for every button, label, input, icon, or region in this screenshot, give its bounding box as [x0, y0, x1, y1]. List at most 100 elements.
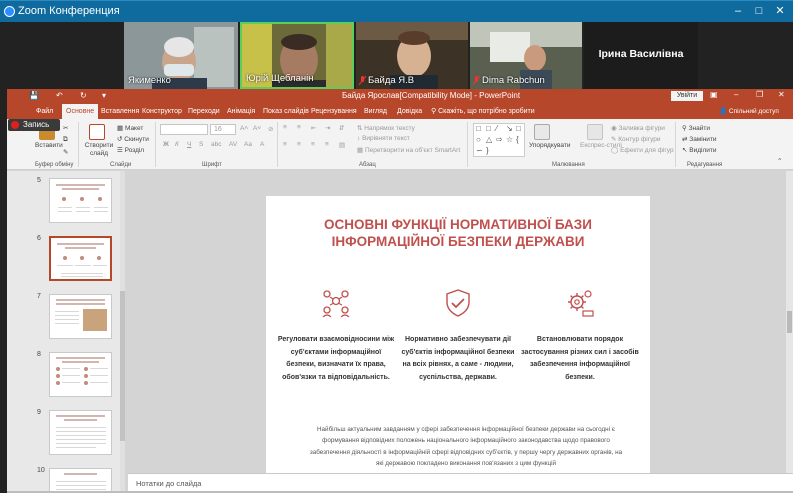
- tab-animations[interactable]: Анімація: [223, 104, 259, 119]
- group-drawing-label: Малювання: [552, 162, 585, 168]
- text-direction-label: Напрямок тексту: [364, 125, 415, 132]
- tab-home[interactable]: Основне: [62, 104, 99, 119]
- copy-icon[interactable]: ⧉: [63, 136, 68, 144]
- increase-font-icon[interactable]: A˄: [240, 125, 248, 132]
- record-dot-icon: [11, 121, 19, 129]
- shape-fill-button[interactable]: ◉ Заливка фігури: [611, 124, 665, 132]
- slide-thumbnail[interactable]: [49, 178, 112, 223]
- shape-effects-button[interactable]: ◯ Ефекти для фігур: [611, 146, 674, 154]
- redo-icon[interactable]: ↻: [80, 91, 87, 100]
- save-icon[interactable]: 💾: [29, 91, 39, 100]
- video-tile[interactable]: Dima Rabchun: [470, 22, 582, 89]
- new-slide-icon[interactable]: [89, 124, 105, 140]
- arrange-icon[interactable]: [534, 124, 550, 140]
- change-case-icon[interactable]: Aa: [244, 141, 252, 148]
- function-text: Встановлювати порядок застосування різни…: [521, 336, 639, 381]
- decrease-font-icon[interactable]: A˅: [253, 125, 261, 132]
- rectangle-icon: □: [476, 124, 481, 133]
- align-right-icon[interactable]: ≡: [311, 141, 315, 148]
- video-tile-active-speaker[interactable]: Юрій Щебланін: [240, 22, 354, 89]
- slide-thumbnail[interactable]: [49, 352, 112, 397]
- tab-insert[interactable]: Вставлення: [97, 104, 143, 119]
- function-column: Нормативно забезпечувати дії суб'єктів і…: [398, 288, 518, 384]
- thumbnails-scrollbar[interactable]: [120, 171, 125, 493]
- tab-help[interactable]: Довідка: [393, 104, 426, 119]
- arrange-button[interactable]: Упорядкувати: [529, 142, 570, 149]
- cut-icon[interactable]: ✂: [63, 124, 68, 132]
- layout-button[interactable]: ▦ Макет: [117, 124, 143, 132]
- zoom-meeting-area: Якименко Юрій Щебланін Байда Я.В Dima Ra…: [0, 22, 793, 493]
- clear-formatting-icon[interactable]: ⊘: [268, 125, 273, 133]
- tab-view[interactable]: Вигляд: [360, 104, 391, 119]
- underline-icon[interactable]: Ч: [187, 141, 191, 148]
- char-spacing-icon[interactable]: AV: [229, 141, 237, 148]
- shape-outline-button[interactable]: ✎ Контур фігури: [611, 135, 661, 143]
- replace-button[interactable]: ⇄ Замінити: [682, 135, 717, 143]
- smartart-button[interactable]: ▦ Перетворити на об'єкт SmartArt: [357, 146, 460, 154]
- paste-button[interactable]: Вставити: [35, 142, 63, 149]
- undo-icon[interactable]: ↶: [56, 91, 63, 100]
- function-column: Регуловати взаємовідносини між суб'єктам…: [276, 288, 396, 384]
- video-tile-name-only[interactable]: Ірина Василівна: [584, 22, 698, 89]
- numbering-icon[interactable]: ≡: [297, 124, 301, 131]
- maximize-icon[interactable]: □: [751, 3, 767, 19]
- recording-indicator[interactable]: Запись: [8, 119, 60, 131]
- slide-thumbnail[interactable]: [49, 294, 112, 339]
- decrease-indent-icon[interactable]: ⇤: [311, 124, 316, 132]
- font-name-dropdown[interactable]: [160, 124, 208, 135]
- thumb-number: 6: [37, 235, 41, 242]
- tab-transitions[interactable]: Переходи: [184, 104, 224, 119]
- slide-thumbnail[interactable]: [49, 410, 112, 455]
- group-separator: [78, 122, 79, 167]
- restore-icon[interactable]: ❐: [756, 90, 763, 99]
- align-text-button[interactable]: ↕ Вирівняти текст: [357, 135, 410, 142]
- tell-me-search[interactable]: ⚲ Скажіть, що потрібно зробити: [431, 104, 535, 119]
- find-button[interactable]: ⚲ Знайти: [682, 124, 710, 132]
- replace-label: Замінити: [689, 136, 717, 143]
- text-direction-button[interactable]: ⇅ Напрямок тексту: [357, 124, 415, 132]
- select-button[interactable]: ↖ Виділити: [682, 146, 717, 154]
- sign-in-button[interactable]: Увійти: [671, 91, 703, 101]
- justify-icon[interactable]: ≡: [325, 141, 329, 148]
- shapes-gallery[interactable]: □ □ ⁄ ↘ □ ○ △ ⇨ ☆ { ∽ }: [473, 123, 525, 157]
- tab-design[interactable]: Конструктор: [138, 104, 186, 119]
- video-tile[interactable]: Якименко: [124, 22, 238, 89]
- collapse-ribbon-icon[interactable]: ⌃: [777, 157, 782, 165]
- slide-title: ОСНОВНІ ФУНКЦІЇ НОРМАТИВНОЇ БАЗИ ІНФОРМА…: [266, 216, 650, 250]
- tab-slideshow[interactable]: Показ слайдів: [259, 104, 313, 119]
- shadow-icon[interactable]: S: [199, 141, 203, 148]
- thumb-number: 9: [37, 409, 41, 416]
- quick-styles-icon[interactable]: [587, 124, 603, 140]
- minimize-icon[interactable]: –: [730, 3, 746, 19]
- increase-indent-icon[interactable]: ⇥: [325, 124, 330, 132]
- tab-file[interactable]: Файл: [32, 104, 57, 119]
- font-size-dropdown[interactable]: 16: [210, 124, 236, 135]
- video-tile[interactable]: Байда Я.В: [356, 22, 468, 89]
- tab-review[interactable]: Рецензування: [307, 104, 361, 119]
- format-painter-icon[interactable]: ✎: [63, 148, 68, 156]
- slide-thumbnail[interactable]: [49, 468, 112, 493]
- slide-scrollbar[interactable]: [786, 171, 793, 473]
- align-center-icon[interactable]: ≡: [297, 141, 301, 148]
- minimize-icon[interactable]: –: [734, 90, 738, 99]
- new-slide-button[interactable]: Створити слайд: [81, 142, 117, 158]
- align-left-icon[interactable]: ≡: [283, 141, 287, 148]
- bold-icon[interactable]: Ж: [163, 141, 169, 148]
- font-color-icon[interactable]: A: [260, 141, 264, 148]
- italic-icon[interactable]: К: [175, 141, 179, 148]
- close-icon[interactable]: ✕: [772, 3, 788, 19]
- strikethrough-icon[interactable]: abc: [211, 141, 221, 148]
- current-slide[interactable]: ОСНОВНІ ФУНКЦІЇ НОРМАТИВНОЇ БАЗИ ІНФОРМА…: [266, 196, 650, 483]
- customize-qat-icon[interactable]: ▾: [102, 91, 106, 100]
- person-icon: 👤: [719, 108, 729, 115]
- share-button[interactable]: 👤 Спільний доступ: [719, 104, 779, 119]
- bullets-icon[interactable]: ≡: [283, 124, 287, 131]
- close-icon[interactable]: ✕: [778, 90, 785, 99]
- section-button[interactable]: ☰ Розділ: [117, 146, 144, 154]
- reset-button[interactable]: ↺ Скинути: [117, 135, 149, 143]
- columns-icon[interactable]: ▤: [339, 141, 345, 149]
- line-spacing-icon[interactable]: ⇵: [339, 124, 344, 132]
- slide-thumbnail-selected[interactable]: [49, 236, 112, 281]
- ribbon-display-icon[interactable]: ▣: [710, 90, 718, 99]
- notes-pane[interactable]: Нотатки до слайда: [128, 473, 793, 493]
